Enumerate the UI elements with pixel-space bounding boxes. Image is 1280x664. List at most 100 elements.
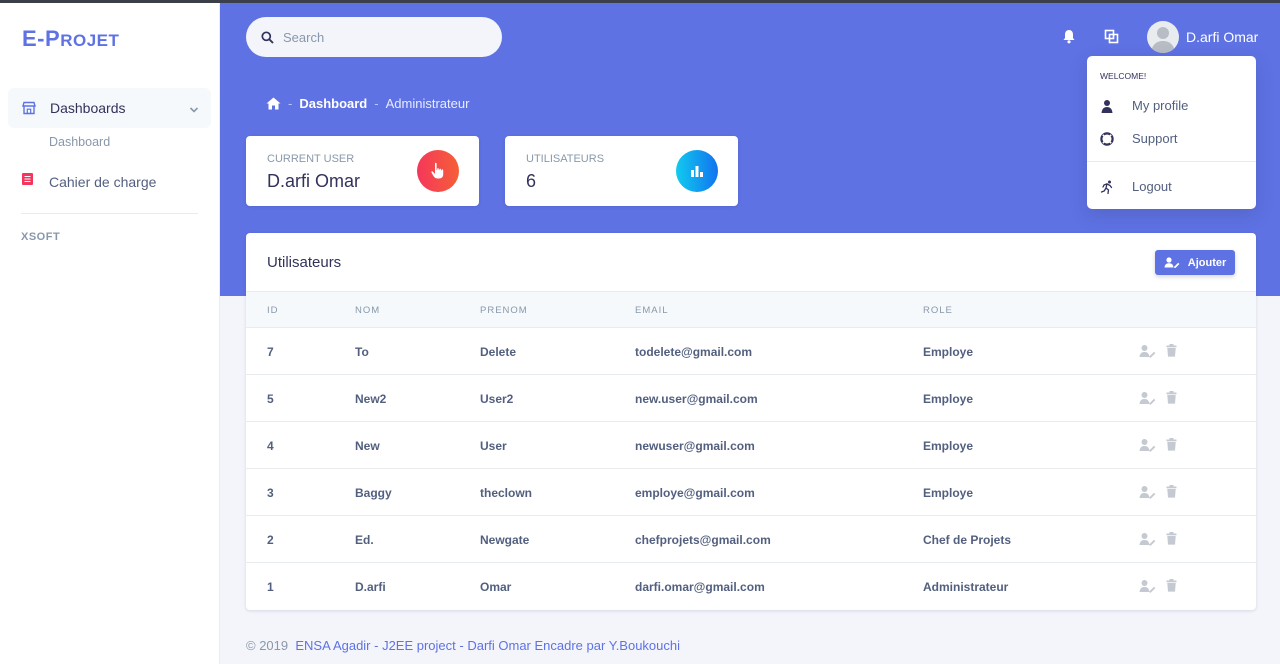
sidebar-item-label: Cahier de charge (49, 173, 157, 190)
column-header-nom: NOM (355, 305, 381, 316)
cell-role: Chef de Projets (923, 533, 1012, 547)
trash-icon[interactable] (1166, 438, 1177, 451)
table-row: 7 To Delete todelete@gmail.com Employe (246, 328, 1256, 375)
stat-value: D.arfi Omar (267, 171, 361, 191)
breadcrumb-current: Administrateur (385, 96, 470, 111)
table-row: 4 New User newuser@gmail.com Employe (246, 422, 1256, 469)
search-input[interactable] (283, 29, 483, 45)
breadcrumb-separator: - (374, 96, 379, 111)
footer-copyright: © 2019 (246, 638, 289, 653)
stat-value: 6 (526, 171, 537, 191)
footer-link[interactable]: ENSA Agadir - J2EE project - Darfi Omar … (295, 638, 680, 653)
sidebar-item-dashboards[interactable]: Dashboards (8, 88, 211, 128)
user-dropdown-menu: Welcome! My profile Support Logout (1087, 56, 1256, 209)
cell-id: 3 (267, 486, 274, 500)
cell-prenom: theclown (480, 486, 533, 500)
hand-pointer-icon (417, 150, 459, 192)
table-row: 1 D.arfi Omar darfi.omar@gmail.com Administr… (246, 563, 1256, 610)
store-icon (22, 101, 36, 115)
column-header-email: EMAIL (635, 305, 669, 316)
trash-icon[interactable] (1166, 391, 1177, 404)
trash-icon[interactable] (1166, 485, 1177, 498)
user-edit-icon (1164, 257, 1180, 268)
breadcrumb: - Dashboard - Administrateur (266, 96, 469, 111)
table-row: 5 New2 User2 new.user@gmail.com Employe (246, 375, 1256, 422)
trash-icon[interactable] (1166, 579, 1177, 592)
menu-item-label: My profile (1132, 98, 1189, 113)
cell-prenom: Newgate (480, 533, 530, 547)
cell-role: Employe (923, 345, 974, 359)
table-row: 2 Ed. Newgate chefprojets@gmail.com Chef de … (246, 516, 1256, 563)
table-row: 3 Baggy theclown employe@gmail.com Employe (246, 469, 1256, 516)
stat-card-current-user: Current user D.arfi Omar (246, 136, 479, 206)
menu-item-label: Logout (1132, 179, 1172, 194)
table-column-headers: ID NOM PRENOM EMAIL ROLE (246, 292, 1256, 328)
bell-icon[interactable] (1062, 29, 1076, 44)
cell-role: Administrateur (923, 580, 1009, 594)
stat-title: Utilisateurs (526, 153, 605, 165)
brand-logo[interactable]: E-PROJET (22, 26, 119, 52)
edit-user-icon[interactable] (1139, 438, 1156, 452)
running-icon (1100, 180, 1114, 194)
menu-item-logout[interactable]: Logout (1100, 179, 1172, 194)
cell-nom: To (355, 345, 369, 359)
user-icon (1100, 99, 1114, 113)
sidebar-divider (21, 213, 198, 214)
cell-prenom: User (480, 439, 507, 453)
footer: © 2019 ENSA Agadir - J2EE project - Darf… (246, 638, 680, 653)
cell-id: 7 (267, 345, 274, 359)
column-header-prenom: PRENOM (480, 305, 528, 316)
sidebar-section-heading: XSOFT (21, 231, 61, 243)
column-header-role: ROLE (923, 305, 953, 316)
edit-user-icon[interactable] (1139, 391, 1156, 405)
table-body: 7 To Delete todelete@gmail.com Employe 5 New2 U… (246, 328, 1256, 610)
dropdown-divider (1087, 161, 1256, 162)
cell-email: newuser@gmail.com (635, 439, 755, 453)
sidebar: E-PROJET Dashboards Dashboard Cahier de … (0, 3, 220, 664)
cell-role: Employe (923, 486, 974, 500)
sidebar-item-cahier[interactable]: Cahier de charge (21, 172, 156, 191)
cell-id: 2 (267, 533, 274, 547)
column-header-id: ID (267, 305, 279, 316)
user-name[interactable]: D.arfi Omar (1186, 29, 1258, 45)
edit-user-icon[interactable] (1139, 579, 1156, 593)
breadcrumb-separator: - (288, 96, 293, 111)
chevron-down-icon[interactable] (189, 102, 199, 113)
search-bar[interactable] (246, 17, 502, 57)
cube-icon[interactable] (1104, 29, 1119, 44)
cell-email: chefprojets@gmail.com (635, 533, 771, 547)
cell-id: 1 (267, 580, 274, 594)
cell-nom: Ed. (355, 533, 374, 547)
dropdown-welcome: Welcome! (1100, 71, 1147, 81)
cell-nom: Baggy (355, 486, 392, 500)
edit-user-icon[interactable] (1139, 532, 1156, 546)
trash-icon[interactable] (1166, 344, 1177, 357)
sidebar-item-label: Dashboards (50, 100, 126, 116)
trash-icon[interactable] (1166, 532, 1177, 545)
cell-email: new.user@gmail.com (635, 392, 758, 406)
bar-chart-icon (676, 150, 718, 192)
breadcrumb-dashboard[interactable]: Dashboard (299, 96, 367, 111)
menu-item-my-profile[interactable]: My profile (1100, 98, 1188, 113)
menu-item-label: Support (1132, 131, 1178, 146)
cell-prenom: Delete (480, 345, 517, 359)
cell-nom: D.arfi (355, 580, 386, 594)
cell-email: todelete@gmail.com (635, 345, 753, 359)
edit-user-icon[interactable] (1139, 485, 1156, 499)
stat-title: Current user (267, 153, 355, 165)
add-user-button[interactable]: Ajouter (1155, 250, 1235, 275)
cell-id: 5 (267, 392, 274, 406)
document-icon (21, 172, 34, 191)
table-header-bar: Utilisateurs Ajouter (246, 233, 1256, 292)
stat-card-utilisateurs: Utilisateurs 6 (505, 136, 738, 206)
home-icon[interactable] (266, 97, 281, 110)
brand-small: ROJET (60, 31, 120, 50)
avatar[interactable] (1147, 21, 1179, 53)
sidebar-subitem-dashboard[interactable]: Dashboard (49, 135, 110, 149)
menu-item-support[interactable]: Support (1100, 131, 1178, 146)
edit-user-icon[interactable] (1139, 344, 1156, 358)
cell-role: Employe (923, 439, 974, 453)
cell-nom: New (355, 439, 380, 453)
add-user-label: Ajouter (1187, 256, 1227, 269)
cell-email: darfi.omar@gmail.com (635, 580, 765, 594)
